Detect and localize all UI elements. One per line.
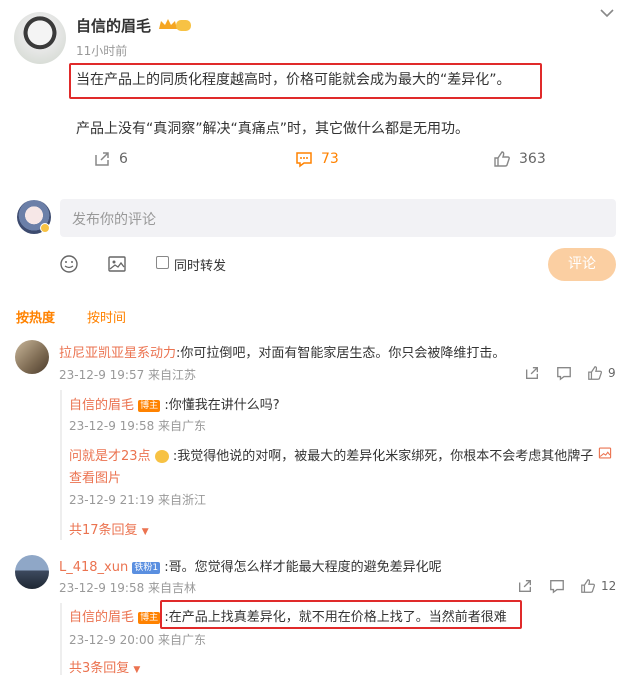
commenter-avatar[interactable] [15, 340, 49, 374]
author-name[interactable]: 自信的眉毛 [76, 15, 151, 36]
comment-like-button[interactable]: 12 [580, 578, 616, 594]
like-button[interactable]: 363 [493, 150, 546, 168]
thumbs-up-icon [580, 578, 596, 594]
share-button[interactable]: 6 [93, 150, 128, 168]
author-badge: 博主 [138, 399, 161, 412]
like-count: 363 [519, 151, 546, 167]
author-badge: 博主 [138, 611, 161, 624]
comment-icon[interactable] [549, 578, 565, 594]
reply-meta: 23-12-9 21:19 来自浙江 [69, 493, 207, 507]
reply-thread-border [60, 603, 62, 675]
share-count: 6 [119, 151, 128, 167]
thumbs-up-icon [493, 150, 511, 168]
comment-input-placeholder: 发布你的评论 [72, 212, 156, 228]
caret-down-icon: ▼ [133, 665, 141, 675]
highlight-box [69, 63, 542, 99]
share-icon[interactable] [517, 578, 533, 594]
reply-thread-border [60, 390, 62, 540]
reply-row: 问就是才23点 :我觉得他说的对啊，被最大的差异化米家绑死，你根本不会考虑其他牌… [69, 445, 593, 464]
comment-button[interactable]: 73 [295, 150, 339, 168]
chevron-down-icon[interactable] [600, 8, 614, 18]
post-time: 11小时前 [76, 44, 128, 58]
more-replies-link[interactable]: 共17条回复 ▼ [69, 519, 149, 538]
submit-comment-label: 评论 [568, 256, 596, 272]
image-icon[interactable] [598, 446, 612, 460]
comment-row: 拉尼亚凯亚星系动力:你可拉倒吧，对面有智能家居生态。你只会被降维打击。 [59, 342, 505, 361]
comment-meta: 23-12-9 19:57 来自江苏 [59, 368, 197, 382]
reply-text: :你懂我在讲什么吗? [164, 398, 280, 413]
reply-author[interactable]: 问就是才23点 [69, 449, 151, 464]
view-image-link[interactable]: 查看图片 [69, 467, 121, 486]
more-replies-link[interactable]: 共3条回复 ▼ [69, 657, 140, 676]
comment-icon[interactable] [556, 365, 572, 381]
commenter-name[interactable]: L_418_xun [59, 560, 128, 575]
emoji-icon[interactable] [59, 254, 79, 274]
comment-meta: 23-12-9 19:58 来自吉林 [59, 581, 197, 595]
comment-input[interactable]: 发布你的评论 [60, 199, 616, 237]
comment-like-button[interactable]: 9 [587, 365, 616, 381]
comment-count: 73 [321, 151, 339, 167]
reply-author[interactable]: 自信的眉毛 [69, 610, 134, 625]
more-replies-label: 共17条回复 [69, 523, 138, 538]
submit-comment-button[interactable]: 评论 [548, 248, 616, 281]
caret-down-icon: ▼ [141, 527, 149, 537]
reply-row: 自信的眉毛 博主 :你懂我在讲什么吗? [69, 394, 280, 413]
share-icon [93, 150, 111, 168]
vip-badge-icon [40, 223, 50, 233]
comment-like-count: 12 [601, 579, 617, 593]
tab-sort-hot[interactable]: 按热度 [16, 307, 55, 326]
reply-author[interactable]: 自信的眉毛 [69, 398, 134, 413]
comment-icon [295, 150, 313, 168]
repost-label[interactable]: 同时转发 [174, 255, 226, 274]
more-replies-label: 共3条回复 [69, 661, 130, 676]
commenter-avatar[interactable] [15, 555, 49, 589]
vip-crown-icon [158, 17, 192, 33]
fan-badge: 铁粉1 [132, 561, 161, 574]
image-icon[interactable] [107, 254, 127, 274]
reply-meta: 23-12-9 20:00 来自广东 [69, 633, 207, 647]
comment-like-count: 9 [608, 366, 616, 380]
fan-badge-icon [154, 450, 169, 463]
comment-text: :哥。您觉得怎么样才能最大程度的避免差异化呢 [164, 560, 442, 575]
author-avatar[interactable] [14, 12, 66, 64]
comment-row: L_418_xun 铁粉1 :哥。您觉得怎么样才能最大程度的避免差异化呢 [59, 556, 442, 575]
highlight-box [160, 600, 522, 629]
share-icon[interactable] [524, 365, 540, 381]
comment-text: :你可拉倒吧，对面有智能家居生态。你只会被降维打击。 [176, 346, 506, 361]
commenter-name[interactable]: 拉尼亚凯亚星系动力 [59, 346, 176, 361]
tab-sort-time[interactable]: 按时间 [87, 307, 126, 326]
repost-checkbox[interactable] [156, 256, 169, 269]
reply-text: :我觉得他说的对啊，被最大的差异化米家绑死，你根本不会考虑其他牌子 [172, 449, 594, 464]
thumbs-up-icon [587, 365, 603, 381]
post-text-line-2: 产品上没有“真洞察”解决“真痛点”时，其它做什么都是无用功。 [76, 121, 470, 137]
reply-meta: 23-12-9 19:58 来自广东 [69, 419, 207, 433]
